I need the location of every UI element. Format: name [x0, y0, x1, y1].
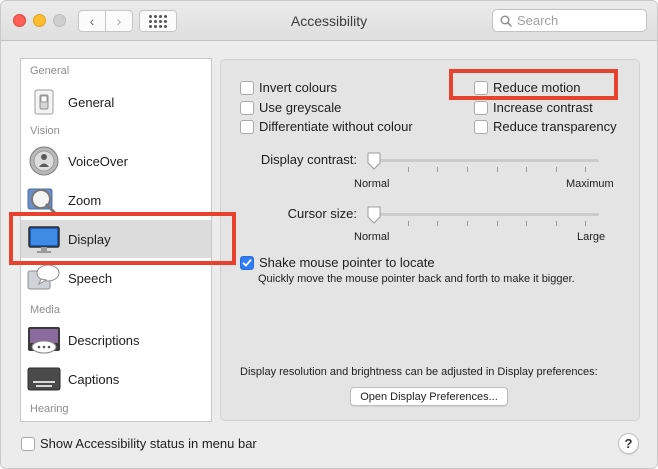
increase-contrast-checkbox[interactable] [474, 100, 488, 115]
reduce-transparency-option[interactable]: Reduce transparency [474, 119, 617, 134]
slider-tick [497, 221, 498, 226]
resolution-note: Display resolution and brightness can be… [240, 366, 598, 378]
slider-tick [585, 221, 586, 226]
slider-tick [408, 167, 409, 172]
search-input[interactable] [517, 13, 637, 28]
use-greyscale-option[interactable]: Use greyscale [240, 100, 341, 115]
grid-icon [149, 14, 167, 28]
invert-colours-checkbox[interactable] [240, 80, 254, 95]
use-greyscale-checkbox[interactable] [240, 100, 254, 115]
slider-tick [556, 221, 557, 226]
show-status-in-menu-bar-label: Show Accessibility status in menu bar [40, 436, 257, 451]
cursor-size-max-label: Large [577, 231, 606, 243]
sidebar-item-voiceover[interactable]: VoiceOver [21, 142, 211, 180]
minimize-window-button[interactable] [33, 14, 46, 27]
display-contrast-min-label: Normal [354, 178, 390, 190]
reduce-motion-checkbox[interactable] [474, 80, 488, 95]
sidebar-item-label: Descriptions [68, 333, 140, 348]
sidebar-item-label: Zoom [68, 193, 102, 208]
sidebar-item-label: VoiceOver [68, 154, 128, 169]
forward-button[interactable]: › [105, 10, 133, 32]
shake-to-locate-label: Shake mouse pointer to locate [259, 255, 435, 270]
shake-to-locate-description: Quickly move the mouse pointer back and … [258, 273, 575, 285]
shake-to-locate-option[interactable]: Shake mouse pointer to locate [240, 255, 435, 270]
descriptions-icon [28, 327, 60, 354]
shake-to-locate-checkbox[interactable] [240, 255, 254, 270]
sidebar-item-general[interactable]: General [21, 83, 211, 121]
sidebar-item-descriptions[interactable]: Descriptions [21, 321, 211, 359]
display-contrast-max-label: Maximum [566, 178, 614, 190]
show-all-button[interactable] [139, 10, 177, 32]
display-icon [28, 226, 60, 253]
display-contrast-slider-thumb[interactable] [366, 152, 382, 170]
back-button[interactable]: ‹ [78, 10, 106, 32]
sidebar-header-media: Media [30, 304, 60, 316]
chevron-left-icon: ‹ [89, 13, 95, 29]
display-contrast-slider-track[interactable] [369, 159, 599, 162]
slider-tick [467, 221, 468, 226]
reduce-transparency-label: Reduce transparency [493, 119, 617, 134]
search-field[interactable] [492, 9, 647, 32]
increase-contrast-option[interactable]: Increase contrast [474, 100, 593, 115]
cursor-size-slider-thumb[interactable] [366, 206, 382, 224]
title-bar: ‹ › Accessibility [1, 1, 657, 41]
sidebar-item-label: Display [68, 232, 111, 247]
chevron-right-icon: › [116, 13, 122, 29]
differentiate-without-colour-label: Differentiate without colour [259, 119, 413, 134]
slider-tick [437, 167, 438, 172]
help-icon: ? [624, 436, 633, 451]
cursor-size-min-label: Normal [354, 231, 390, 243]
slider-tick [585, 167, 586, 172]
sidebar-item-display[interactable]: Display [21, 220, 211, 258]
zoom-icon [27, 188, 57, 215]
cursor-size-slider-track[interactable] [369, 213, 599, 216]
display-contrast-label: Display contrast: [260, 152, 357, 167]
sidebar-item-zoom[interactable]: Zoom [21, 181, 211, 219]
checkmark-icon [242, 258, 252, 266]
slider-tick [408, 221, 409, 226]
display-settings-panel: Invert colours Use greyscale Differentia… [220, 59, 640, 421]
voiceover-icon [29, 146, 59, 176]
slider-tick [556, 167, 557, 172]
slider-tick [526, 221, 527, 226]
general-switch-icon [34, 89, 54, 115]
cursor-size-label: Cursor size: [287, 206, 357, 221]
invert-colours-label: Invert colours [259, 80, 338, 95]
reduce-transparency-checkbox[interactable] [474, 119, 488, 134]
differentiate-without-colour-option[interactable]: Differentiate without colour [240, 119, 413, 134]
sidebar-header-vision: Vision [30, 125, 60, 137]
invert-colours-option[interactable]: Invert colours [240, 80, 337, 95]
slider-tick [467, 167, 468, 172]
differentiate-without-colour-checkbox[interactable] [240, 119, 254, 134]
close-window-button[interactable] [13, 14, 26, 27]
reduce-motion-label: Reduce motion [493, 80, 581, 95]
sidebar-header-hearing: Hearing [30, 403, 69, 415]
zoom-window-button[interactable] [53, 14, 66, 27]
help-button[interactable]: ? [618, 433, 639, 454]
slider-tick [497, 167, 498, 172]
captions-icon [27, 367, 61, 391]
reduce-motion-option[interactable]: Reduce motion [474, 80, 580, 95]
sidebar-item-speech[interactable]: Speech [21, 259, 211, 297]
use-greyscale-label: Use greyscale [259, 100, 342, 115]
slider-tick [526, 167, 527, 172]
speech-bubble-icon [27, 264, 60, 290]
open-display-preferences-button[interactable]: Open Display Preferences... [350, 387, 508, 406]
show-status-in-menu-bar-option[interactable]: Show Accessibility status in menu bar [21, 436, 257, 451]
sidebar-item-captions[interactable]: Captions [21, 360, 211, 398]
sidebar-item-label: Captions [68, 372, 120, 387]
sidebar-item-label: General [68, 95, 115, 110]
sidebar-header-general: General [30, 65, 70, 77]
category-sidebar[interactable]: General General Vision VoiceOver Zoom Di… [20, 58, 212, 422]
sidebar-item-label: Speech [68, 271, 113, 286]
search-icon [500, 15, 512, 27]
show-status-in-menu-bar-checkbox[interactable] [21, 436, 35, 451]
slider-tick [437, 221, 438, 226]
preferences-window: ‹ › Accessibility General [0, 0, 658, 469]
increase-contrast-label: Increase contrast [493, 100, 593, 115]
